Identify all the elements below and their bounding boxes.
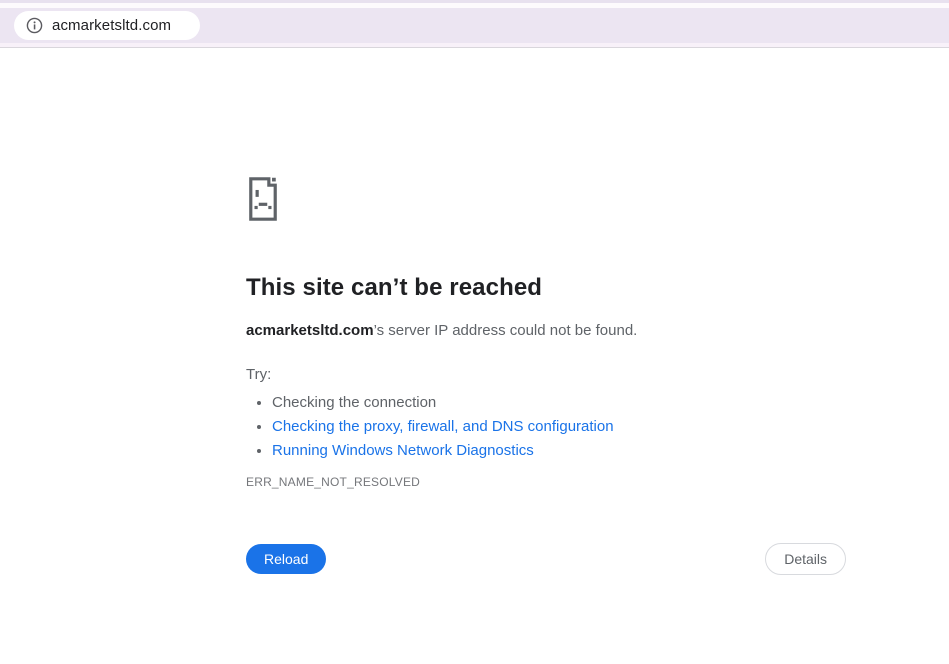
sad-page-icon: [249, 177, 277, 221]
address-bar[interactable]: acmarketsltd.com: [14, 11, 200, 40]
suggestion-item-proxy: Checking the proxy, firewall, and DNS co…: [272, 415, 846, 439]
browser-toolbar: acmarketsltd.com: [0, 0, 949, 48]
suggestion-item-connection: Checking the connection: [272, 391, 846, 415]
suggestion-link-network-diagnostics[interactable]: Running Windows Network Diagnostics: [272, 442, 534, 459]
suggestions-list: Checking the connection Checking the pro…: [246, 391, 846, 463]
suggestion-item-diagnostics: Running Windows Network Diagnostics: [272, 439, 846, 463]
error-page: This site can’t be reached acmarketsltd.…: [246, 48, 846, 575]
reload-button[interactable]: Reload: [246, 544, 327, 574]
address-toolbar: acmarketsltd.com: [0, 8, 949, 43]
suggestion-link-proxy-dns[interactable]: Checking the proxy, firewall, and DNS co…: [272, 418, 614, 435]
details-button[interactable]: Details: [765, 543, 846, 575]
try-label: Try:: [246, 366, 272, 383]
error-title: This site can’t be reached: [246, 274, 543, 301]
url-text: acmarketsltd.com: [52, 17, 172, 34]
action-buttons-row: Reload Details: [246, 543, 846, 575]
error-message: acmarketsltd.com’s server IP address cou…: [246, 321, 846, 341]
info-icon[interactable]: [26, 17, 43, 34]
error-domain: acmarketsltd.com: [246, 322, 374, 339]
error-code: ERR_NAME_NOT_RESOLVED: [246, 475, 421, 489]
error-message-rest: ’s server IP address could not be found.: [373, 322, 638, 339]
